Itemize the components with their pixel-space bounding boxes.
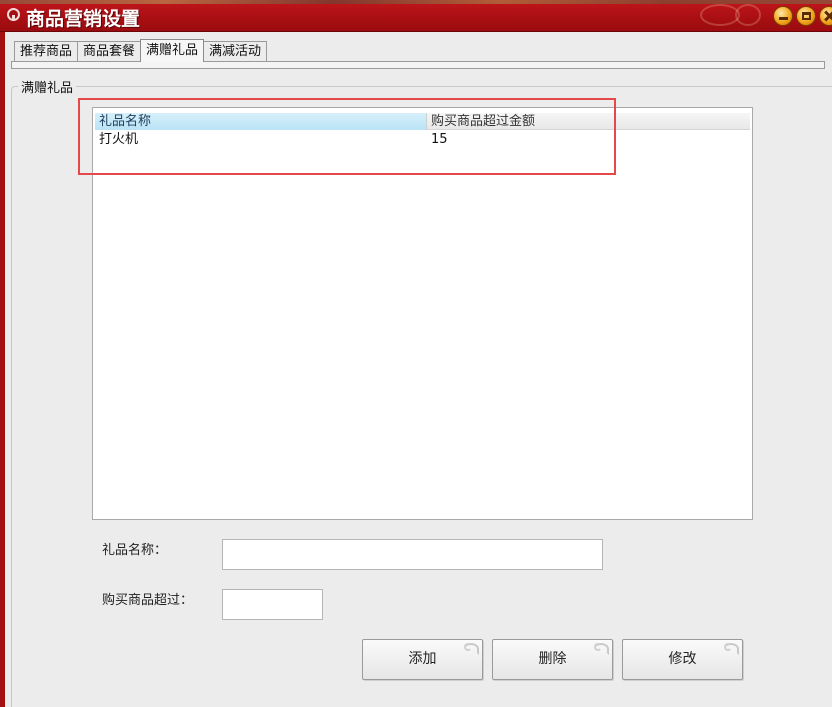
add-button-label: 添加 [408,651,437,667]
tab-gift-promotion[interactable]: 满赠礼品 [140,39,205,62]
maximize-icon [801,12,811,20]
amount-input[interactable] [222,589,323,620]
delete-button[interactable]: 删除 [492,639,613,680]
minimize-button[interactable] [773,6,793,26]
button-ornament-icon [724,643,732,651]
client-area: 推荐商品 商品套餐 满赠礼品 满减活动 满赠礼品 礼品名称 购买商品超过金额 打… [5,32,832,707]
title-bar[interactable]: 商品营销设置 [0,0,832,32]
tab-strip: 推荐商品 商品套餐 满赠礼品 满减活动 [14,39,268,62]
gift-name-label: 礼品名称： [102,543,168,558]
app-window: 商品营销设置 推荐商品 商品套餐 满赠礼品 满减活动 满赠礼品 礼品名称 购买商… [0,0,832,707]
decor-swirl-icon [735,4,761,26]
amount-label: 购买商品超过： [102,593,194,608]
app-icon [7,8,20,21]
edit-button[interactable]: 修改 [622,639,743,680]
delete-button-label: 删除 [538,651,567,667]
close-button[interactable] [819,6,832,26]
button-ornament-icon [594,643,602,651]
button-ornament-icon [464,643,472,651]
tab-recommended-products[interactable]: 推荐商品 [14,41,79,62]
tab-discount-promotion[interactable]: 满减活动 [203,41,268,62]
annotation-highlight-box [78,98,616,175]
tab-product-bundles[interactable]: 商品套餐 [77,41,142,62]
decor-swirl-icon [700,4,740,26]
minimize-icon [778,17,788,20]
edit-button-label: 修改 [668,651,697,667]
window-title: 商品营销设置 [26,8,141,30]
add-button[interactable]: 添加 [362,639,483,680]
groupbox-label: 满赠礼品 [18,77,77,96]
maximize-button[interactable] [796,6,816,26]
close-icon [824,11,832,21]
gift-name-input[interactable] [222,539,603,570]
tab-panel [11,61,825,69]
